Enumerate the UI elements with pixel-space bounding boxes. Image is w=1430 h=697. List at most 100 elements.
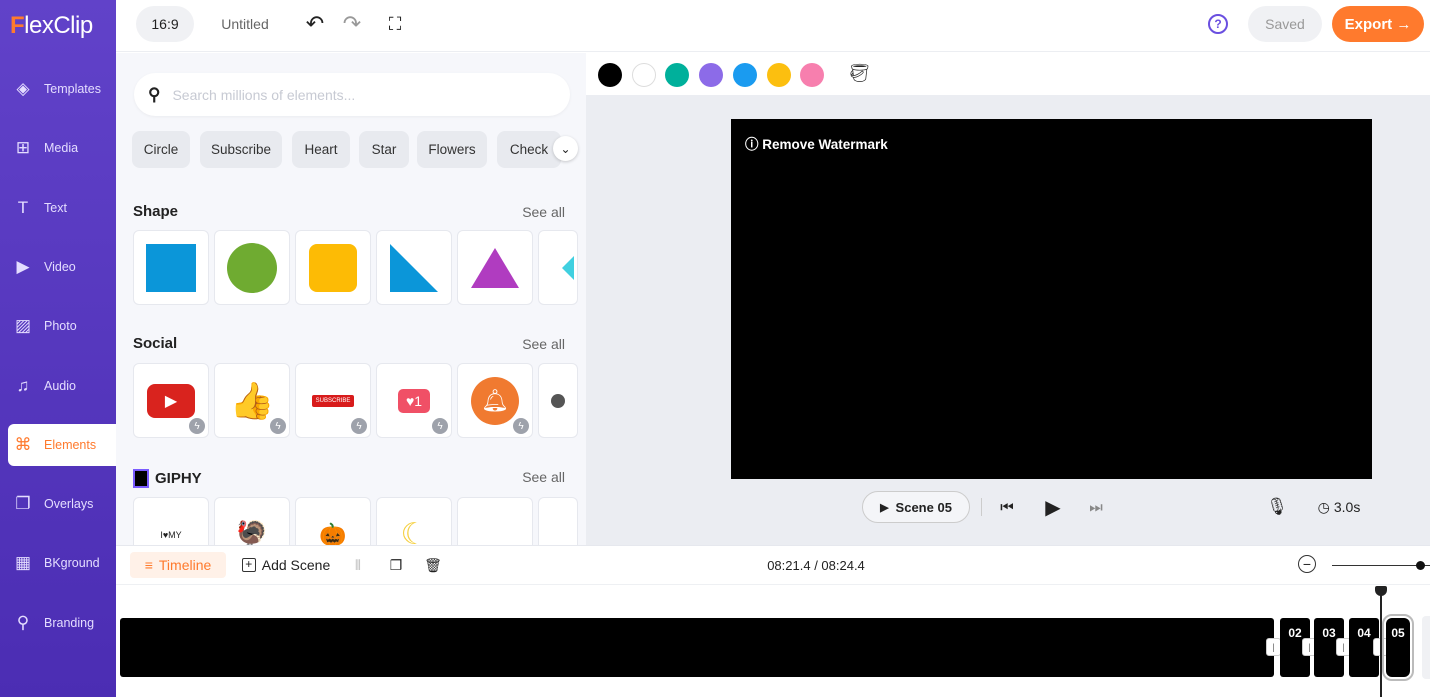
- color-swatch[interactable]: [631, 63, 656, 87]
- sidebar-item-photo[interactable]: ▨ Photo: [8, 305, 116, 347]
- tag-subscribe[interactable]: Subscribe: [200, 131, 282, 168]
- see-all-social[interactable]: See all: [522, 336, 565, 352]
- zoom-out-icon[interactable]: −: [1298, 555, 1316, 573]
- elements-icon: ⌘: [14, 434, 32, 454]
- remove-watermark-button[interactable]: ⓘ Remove Watermark: [745, 133, 888, 153]
- animated-icon: ϟ: [351, 418, 367, 434]
- timeline-clip[interactable]: [120, 618, 1274, 677]
- sidebar-item-video[interactable]: ▶ Video: [8, 246, 116, 288]
- photo-icon: ▨: [14, 316, 32, 336]
- color-swatch[interactable]: [699, 63, 724, 87]
- sidebar-item-bkground[interactable]: ▦ BKground: [8, 542, 116, 584]
- timeline-icon: ≡: [144, 557, 153, 573]
- play-icon[interactable]: ▶: [1041, 493, 1065, 521]
- duration[interactable]: ◷ 3.0s: [1311, 495, 1367, 519]
- sidebar-item-templates[interactable]: ◈ Templates: [8, 68, 116, 110]
- shape-square[interactable]: [133, 230, 209, 305]
- timeline-track: |02|03|04|05: [116, 586, 1430, 697]
- animated-icon: ϟ: [432, 418, 448, 434]
- tag-heart[interactable]: Heart: [292, 131, 350, 168]
- sidebar-item-branding[interactable]: ⚲ Branding: [8, 602, 116, 644]
- giphy-item[interactable]: 🎃: [295, 497, 371, 545]
- shape-arrow[interactable]: [538, 230, 578, 305]
- giphy-title: GIPHY: [155, 470, 202, 487]
- help-icon[interactable]: ?: [1208, 14, 1228, 34]
- sidebar-item-label: Media: [44, 141, 79, 156]
- delete-icon[interactable]: 🗑︎: [421, 552, 445, 578]
- animated-icon: ϟ: [513, 418, 529, 434]
- sidebar-item-media[interactable]: ⊞ Media: [8, 127, 116, 169]
- see-all-giphy[interactable]: See all: [522, 469, 565, 485]
- social-like[interactable]: 👍 ϟ: [214, 363, 290, 438]
- sidebar-item-label: Overlays: [44, 497, 94, 512]
- timeline-clip[interactable]: 05: [1382, 614, 1414, 681]
- tag-star[interactable]: Star: [359, 131, 409, 168]
- giphy-item[interactable]: [457, 497, 533, 545]
- branding-icon: ⚲: [16, 612, 30, 632]
- skip-back-icon[interactable]: ⏮: [996, 495, 1018, 519]
- sidebar-item-text[interactable]: T Text: [8, 187, 116, 229]
- background-icon: ▦: [14, 553, 32, 573]
- shape-triangle[interactable]: [457, 230, 533, 305]
- giphy-item[interactable]: ☾: [376, 497, 452, 545]
- split-icon[interactable]: ⫴: [346, 552, 370, 578]
- sidebar-item-audio[interactable]: ♫ Audio: [8, 365, 116, 407]
- shape-right-triangle[interactable]: [376, 230, 452, 305]
- giphy-item[interactable]: I♥MY: [133, 497, 209, 545]
- project-title[interactable]: Untitled: [211, 6, 279, 42]
- export-button[interactable]: Export →: [1332, 6, 1424, 42]
- duplicate-icon[interactable]: ❐: [384, 552, 408, 578]
- see-all-shape[interactable]: See all: [522, 204, 565, 220]
- social-hashtag[interactable]: [538, 363, 578, 438]
- redo-icon[interactable]: ↷: [338, 8, 366, 40]
- scene-button[interactable]: ▶ Scene 05: [862, 491, 970, 523]
- sidebar-item-elements[interactable]: ⌘ Elements: [8, 423, 116, 466]
- timeline-label: Timeline: [158, 557, 212, 573]
- sidebar-item-label: Branding: [44, 615, 95, 630]
- social-subscribe[interactable]: SUBSCRIBE ϟ: [295, 363, 371, 438]
- animated-icon: ϟ: [189, 418, 205, 434]
- video-canvas[interactable]: ⓘ Remove Watermark: [731, 119, 1372, 479]
- color-toolbar: 🪣︎: [586, 53, 1430, 95]
- social-heart-notification[interactable]: ♥1 ϟ: [376, 363, 452, 438]
- timeline-tab[interactable]: ≡ Timeline: [130, 552, 226, 578]
- fullscreen-icon[interactable]: ⛶: [381, 8, 409, 40]
- animated-icon: ϟ: [270, 418, 286, 434]
- tag-circle[interactable]: Circle: [132, 131, 190, 168]
- saved-button[interactable]: Saved: [1248, 6, 1322, 42]
- undo-icon[interactable]: ↶: [301, 8, 329, 40]
- add-scene-button[interactable]: + Add Scene: [240, 552, 332, 578]
- shape-rounded-square[interactable]: [295, 230, 371, 305]
- aspect-ratio-button[interactable]: 16:9: [136, 6, 194, 42]
- giphy-item[interactable]: 🦃: [214, 497, 290, 545]
- microphone-icon[interactable]: 🎙︎: [1266, 495, 1288, 519]
- color-swatch[interactable]: [800, 63, 825, 87]
- search-bar: ⚲: [134, 73, 570, 116]
- zoom-slider-handle[interactable]: [1416, 561, 1426, 570]
- tag-flowers[interactable]: Flowers: [417, 131, 487, 168]
- shape-circle[interactable]: [214, 230, 290, 305]
- color-swatch[interactable]: [665, 63, 690, 87]
- color-swatch[interactable]: [598, 63, 622, 87]
- paint-bucket-icon[interactable]: 🪣︎: [848, 63, 871, 84]
- add-scene-label: Add Scene: [261, 557, 331, 573]
- skip-forward-icon[interactable]: ⏭: [1085, 495, 1107, 519]
- playhead[interactable]: [1380, 594, 1382, 697]
- transition-handle[interactable]: |: [1266, 638, 1281, 656]
- tag-check[interactable]: Check: [497, 131, 561, 168]
- giphy-item[interactable]: [538, 497, 578, 545]
- social-youtube[interactable]: ▶ ϟ: [133, 363, 209, 438]
- section-title-giphy: GIPHY: [133, 469, 202, 488]
- search-input[interactable]: [172, 86, 543, 103]
- clock-icon: ◷: [1317, 498, 1330, 515]
- color-swatch[interactable]: [732, 63, 757, 87]
- top-bar: 16:9 Untitled ↶ ↷ ⛶ ? Saved Export →: [116, 0, 1430, 52]
- chevron-down-icon[interactable]: ⌄: [553, 136, 578, 161]
- logo[interactable]: FlexClip: [10, 12, 93, 40]
- sidebar-item-label: Audio: [44, 378, 76, 393]
- social-bell[interactable]: 🔔︎ ϟ: [457, 363, 533, 438]
- color-swatch[interactable]: [766, 63, 791, 87]
- media-icon: ⊞: [15, 138, 31, 158]
- sidebar-item-overlays[interactable]: ❐ Overlays: [8, 483, 116, 525]
- divider: [981, 498, 982, 516]
